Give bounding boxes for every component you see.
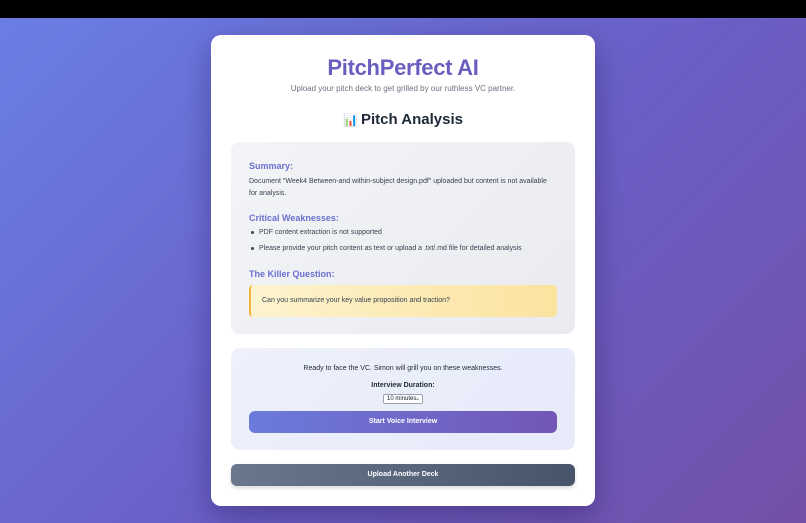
interview-panel: Ready to face the VC. Simon will grill y… [231, 348, 575, 450]
killer-question-text: Can you summarize your key value proposi… [262, 297, 450, 304]
duration-selected-value: 10 minutes [387, 396, 417, 402]
interview-duration-select[interactable]: 10 minutes ⌄ [383, 394, 423, 404]
weakness-text: Please provide your pitch content as tex… [259, 245, 522, 252]
summary-text: Document "Week4 Between-and within-subje… [249, 178, 547, 197]
window-top-bar [0, 0, 806, 18]
chevron-down-icon: ⌄ [414, 396, 420, 402]
critical-weaknesses-label: Critical Weaknesses: [249, 213, 339, 223]
ready-text: Ready to face the VC. Simon will grill y… [303, 365, 503, 372]
pitch-analysis-heading: 📊 Pitch Analysis [211, 111, 595, 128]
upload-another-deck-button[interactable]: Upload Another Deck [231, 464, 575, 486]
interview-duration-label: Interview Duration: [371, 382, 435, 389]
killer-question-label: The Killer Question: [249, 269, 335, 279]
killer-question-box: Can you summarize your key value proposi… [249, 285, 557, 317]
list-item: PDF content extraction is not supported [249, 228, 522, 244]
weakness-text: PDF content extraction is not supported [259, 229, 382, 236]
main-card: PitchPerfect AI Upload your pitch deck t… [211, 35, 595, 506]
start-voice-interview-button[interactable]: Start Voice Interview [249, 411, 557, 433]
list-item: Please provide your pitch content as tex… [249, 244, 522, 260]
bullet-icon [251, 231, 254, 234]
summary-label: Summary: [249, 161, 294, 171]
app-title: PitchPerfect AI [327, 55, 479, 80]
analysis-panel: Summary: Document "Week4 Between-and wit… [231, 142, 575, 334]
weaknesses-list: PDF content extraction is not supported … [249, 228, 522, 260]
pitch-analysis-heading-text: Pitch Analysis [360, 111, 463, 128]
app-subtitle: Upload your pitch deck to get grilled by… [290, 84, 516, 93]
bullet-icon [251, 247, 254, 250]
bar-chart-icon: 📊 [343, 113, 358, 127]
